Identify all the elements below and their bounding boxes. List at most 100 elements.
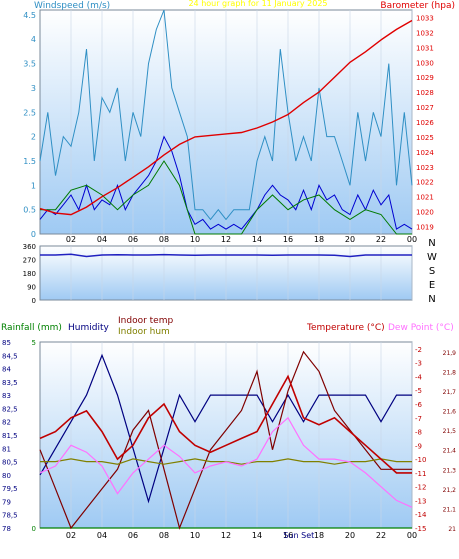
panel1-x-tick: 02 xyxy=(66,235,76,244)
panel3-y-temp-tick: -5 xyxy=(415,387,422,395)
panel2-y-tick: 360 xyxy=(23,243,36,251)
panel1-y-left-tick: 0.5 xyxy=(23,206,36,215)
panel1-y-right-tick: 1030 xyxy=(416,59,434,67)
panel1-x-tick: 00 xyxy=(407,235,417,244)
panel3-y-humidity-tick: 84,5 xyxy=(2,352,18,360)
panel2-y-tick: 0 xyxy=(32,297,36,305)
panel3-y-humidity-tick: 80 xyxy=(2,472,11,480)
panel3-y-temp-tick: -9 xyxy=(415,442,422,450)
panel3-y-temp-tick: -12 xyxy=(415,484,426,492)
legend-dew-point: Dew Point (°C) xyxy=(388,323,454,333)
panel3-y-humidity-tick: 82 xyxy=(2,419,11,427)
panel3-y-humidity-tick: 81,5 xyxy=(2,432,18,440)
panel2-direction-label: N xyxy=(428,294,435,305)
panel3-y-temp-tick: -2 xyxy=(415,346,422,354)
panel3-y-humidity-tick: 79,5 xyxy=(2,485,18,493)
panel3-x-tick: 08 xyxy=(159,531,169,540)
panel3-y-humidity-tick: 78 xyxy=(2,525,11,533)
panel3-y-humidity-tick: 79 xyxy=(2,498,11,506)
panel3-sunset-label: Sun Set xyxy=(283,531,314,540)
panel1-y-right-tick: 1026 xyxy=(416,119,434,127)
panel3-x-tick: 04 xyxy=(97,531,107,540)
panel3-y-temp-tick: -8 xyxy=(415,429,422,437)
panel3-y-temp-tick: -3 xyxy=(415,360,422,368)
panel3-y-humidity-tick: 78,5 xyxy=(2,512,18,520)
panel3-x-tick: 18 xyxy=(314,531,324,540)
panel3-x-tick: 20 xyxy=(345,531,355,540)
panel3-y-humidity-tick: 84 xyxy=(2,366,11,374)
panel2-y-tick: 90 xyxy=(27,284,36,292)
panel1-x-tick: 10 xyxy=(190,235,200,244)
panel3-x-tick: 10 xyxy=(190,531,200,540)
panel1-y-right-tick: 1021 xyxy=(416,194,434,202)
panel3-y-indoor-tick: 21,7 xyxy=(443,389,457,396)
panel1-x-tick: 16 xyxy=(283,235,293,244)
panel3-y-temp-tick: -14 xyxy=(415,511,427,519)
panel3-y-temp-tick: -13 xyxy=(415,497,426,505)
panel1-x-tick: 08 xyxy=(159,235,169,244)
panel1-x-tick: 20 xyxy=(345,235,355,244)
panel3-y-indoor-tick: 21,8 xyxy=(443,369,457,376)
panel1-y-left-tick: 1.5 xyxy=(23,157,36,166)
panel3-x-tick: 22 xyxy=(376,531,386,540)
panel2-y-tick: 270 xyxy=(23,257,36,265)
legend-indoor-hum: Indoor hum xyxy=(118,327,170,337)
panel3-x-tick: 12 xyxy=(221,531,231,540)
panel1-y-left-tick: 4.5 xyxy=(23,11,36,20)
panel3-y-temp-tick: -10 xyxy=(415,456,426,464)
panel3-y-humidity-tick: 81 xyxy=(2,445,11,453)
panel3-x-tick: 06 xyxy=(128,531,138,540)
panel1-title: 24 hour graph for 11 January 2025 xyxy=(188,0,327,8)
panel3-x-tick: 02 xyxy=(66,531,76,540)
panel1-y-left-tick: 3.5 xyxy=(23,60,36,69)
legend-humidity: Humidity xyxy=(68,323,109,333)
panel1-y-right-tick: 1024 xyxy=(416,149,434,157)
weather-chart: 02 04 06 08 10 12 14 16 18 20 22 0000.511.522.533.5… xyxy=(1,0,457,540)
panel1-y-left-label: Windspeed (m/s) xyxy=(34,1,110,11)
panel2-direction-label: N xyxy=(428,238,435,249)
panel1-x-tick: 18 xyxy=(314,235,324,244)
weather-graph-page: 02 04 06 08 10 12 14 16 18 20 22 00 0 0.5 1 1.5 2 2.5 3 3.5… xyxy=(0,0,459,555)
legend-rainfall: Rainfall (mm) xyxy=(1,323,62,333)
panel1-x-tick: 06 xyxy=(128,235,138,244)
panel3-y-indoor-tick: 21,3 xyxy=(443,467,457,474)
panel1-x-tick: 14 xyxy=(252,235,262,244)
panel3-y-temp-tick: -6 xyxy=(415,401,423,409)
panel3-y-humidity-tick: 83 xyxy=(2,392,11,400)
panel1-y-left-tick: 2 xyxy=(31,133,36,142)
panel1-y-left-tick: 1 xyxy=(31,181,36,190)
panel1-y-right-tick: 1023 xyxy=(416,164,434,172)
panel3-y-indoor-tick: 21,4 xyxy=(443,448,457,455)
panel2-y-tick: 180 xyxy=(23,270,36,278)
panel1-x-tick: 04 xyxy=(97,235,107,244)
panel1-y-left-tick: 3 xyxy=(31,84,36,93)
panel3-y-temp-tick: -11 xyxy=(415,470,426,478)
panel3-y-rain-tick: 5 xyxy=(32,339,36,347)
panel1-y-right-tick: 1028 xyxy=(416,89,434,97)
panel1-y-left-tick: 0 xyxy=(31,230,36,239)
panel3-y-indoor-tick: 21,9 xyxy=(443,350,457,357)
panel2-direction-label: W xyxy=(427,252,437,263)
panel3-y-temp-tick: -15 xyxy=(415,525,426,533)
panel1-y-right-tick: 1025 xyxy=(416,134,434,142)
panel1-y-right-tick: 1027 xyxy=(416,104,434,112)
panel3-y-humidity-tick: 85 xyxy=(2,339,11,347)
panel3-y-indoor-tick: 21,2 xyxy=(443,487,457,494)
legend-temperature: Temperature (°C) xyxy=(306,323,385,333)
panel1-y-right-tick: 1022 xyxy=(416,179,434,187)
panel3-y-humidity-tick: 80,5 xyxy=(2,459,18,467)
panel1-y-right-tick: 1020 xyxy=(416,209,434,217)
panel1-y-right-tick: 1019 xyxy=(416,224,434,232)
panel3-y-rain-tick: 0 xyxy=(32,525,36,533)
panel3-y-temp-tick: -4 xyxy=(415,373,423,381)
panel3-y-indoor-tick: 21,5 xyxy=(443,428,457,435)
panel1-y-right-label: Barometer (hpa) xyxy=(380,1,455,11)
panel1-y-left-tick: 4 xyxy=(31,35,36,44)
panel2-direction-label: S xyxy=(429,266,435,277)
panel3-x-tick: 14 xyxy=(252,531,262,540)
panel1-y-left-tick: 2.5 xyxy=(23,108,36,117)
panel2-direction-label: E xyxy=(429,280,435,291)
panel1-x-tick: 12 xyxy=(221,235,231,244)
panel3-y-humidity-tick: 83,5 xyxy=(2,379,18,387)
panel1-y-right-tick: 1033 xyxy=(416,14,434,22)
